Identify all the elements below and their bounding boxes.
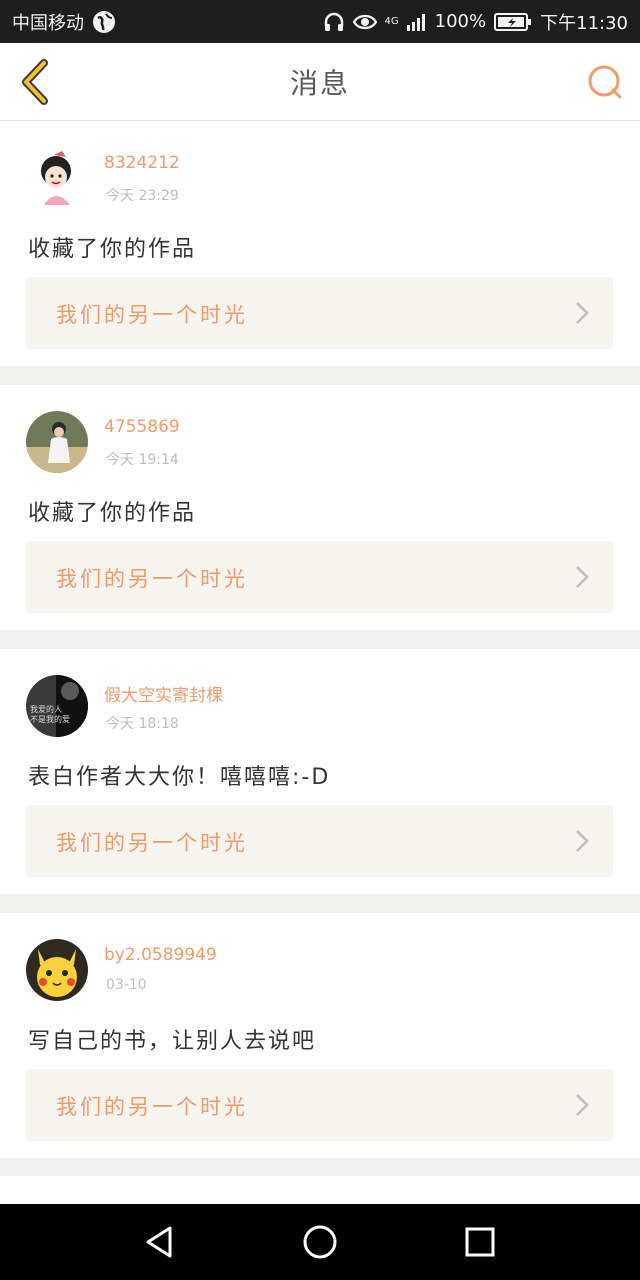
message-content: 写自己的书，让别人去说吧 <box>28 1029 317 1054</box>
message-content: 收藏了你的作品 <box>28 501 197 526</box>
username[interactable]: 8324212 <box>104 153 180 173</box>
carrier-label: 中国移动 <box>12 12 84 34</box>
work-link[interactable]: 我们的另一个时光 <box>26 277 613 349</box>
network-type: 4G <box>384 15 399 27</box>
back-chevron-icon <box>22 59 48 105</box>
work-title: 我们的另一个时光 <box>56 567 248 591</box>
work-title: 我们的另一个时光 <box>56 303 248 327</box>
page-title: 消息 <box>289 66 350 100</box>
message-content: 表白作者大大你！嘻嘻嘻:-D <box>28 765 331 790</box>
eye-icon <box>352 13 377 31</box>
signal-icon <box>406 13 427 31</box>
headphones-icon <box>323 12 345 32</box>
message-time: 今天 18:18 <box>106 716 179 732</box>
nav-home-button[interactable] <box>300 1222 340 1262</box>
avatar[interactable] <box>26 939 88 1001</box>
back-button[interactable] <box>18 59 52 105</box>
clock: 下午11:30 <box>540 12 628 34</box>
chevron-right-icon <box>576 830 589 852</box>
work-link[interactable]: 我们的另一个时光 <box>26 1069 613 1141</box>
search-icon <box>588 65 622 99</box>
battery-charging-icon <box>494 12 532 32</box>
battery-percent: 100% <box>434 11 487 32</box>
username[interactable]: 假大空实寄封棵 <box>104 681 223 706</box>
message-content: 收藏了你的作品 <box>28 237 197 262</box>
username[interactable]: 4755869 <box>104 417 180 437</box>
avatar[interactable]: 我爱的人 不是我的爱 <box>26 675 88 737</box>
avatar[interactable] <box>26 147 88 209</box>
work-link[interactable]: 我们的另一个时光 <box>26 541 613 613</box>
nav-back-button[interactable] <box>140 1222 180 1262</box>
triangle-back-icon <box>146 1226 172 1258</box>
avatar[interactable] <box>26 411 88 473</box>
message-time: 今天 23:29 <box>106 188 179 204</box>
message-card: 8324212 今天 23:29 收藏了你的作品 我们的另一个时光 <box>0 121 640 366</box>
globe-icon <box>92 10 116 34</box>
square-recents-icon <box>465 1227 495 1257</box>
message-card: 我爱的人 不是我的爱 假大空实寄封棵 今天 18:18 表白作者大大你！嘻嘻嘻:… <box>0 649 640 894</box>
nav-recents-button[interactable] <box>460 1222 500 1262</box>
avatar-caption: 不是我的爱 <box>30 714 70 724</box>
username[interactable]: by2.0589949 <box>104 945 217 965</box>
work-link[interactable]: 我们的另一个时光 <box>26 805 613 877</box>
work-title: 我们的另一个时光 <box>56 1095 248 1119</box>
message-time: 03-10 <box>106 977 147 993</box>
chevron-right-icon <box>576 1094 589 1116</box>
message-time: 今天 19:14 <box>106 452 179 468</box>
search-button[interactable] <box>586 63 624 101</box>
message-card: by2.0589949 03-10 写自己的书，让别人去说吧 我们的另一个时光 <box>0 913 640 1158</box>
avatar-caption: 我爱的人 <box>30 704 62 714</box>
work-title: 我们的另一个时光 <box>56 831 248 855</box>
chevron-right-icon <box>576 302 589 324</box>
message-card: 4755869 今天 19:14 收藏了你的作品 我们的另一个时光 <box>0 385 640 630</box>
chevron-right-icon <box>576 566 589 588</box>
system-nav-bar <box>0 1204 640 1280</box>
message-card-partial <box>0 1176 640 1206</box>
status-bar: 中国移动 4G 100% 下午11:30 <box>0 0 640 43</box>
circle-home-icon <box>303 1225 337 1259</box>
nav-header: 消息 <box>0 43 640 121</box>
